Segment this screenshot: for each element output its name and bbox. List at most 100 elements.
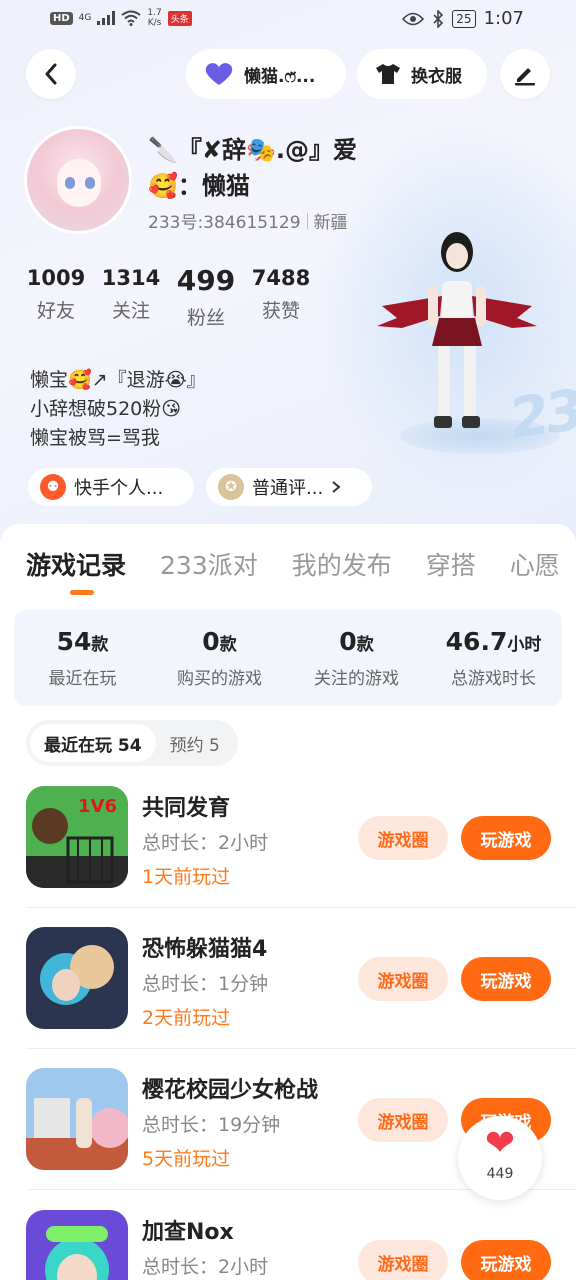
- chip-label: 快手个人...: [74, 478, 164, 499]
- floating-like-button[interactable]: ❤ 449: [458, 1116, 542, 1200]
- list-filter: 最近在玩 54 预约 5: [26, 720, 238, 766]
- game-circle-button[interactable]: 游戏圈: [358, 957, 448, 1001]
- play-game-button[interactable]: 玩游戏: [461, 816, 551, 860]
- bio-line: 小辞想破520粉😘: [30, 398, 182, 420]
- pencil-icon: [515, 68, 535, 86]
- stat-label: 关注: [111, 300, 150, 322]
- summary-label: 购买的游戏: [177, 669, 262, 689]
- game-icon: [26, 1068, 128, 1170]
- wardrobe-button[interactable]: 换衣服: [357, 49, 487, 99]
- play-game-button[interactable]: 玩游戏: [461, 1240, 551, 1280]
- game-title: 恐怖躲猫猫4: [142, 937, 268, 962]
- kuaishou-chip[interactable]: ⚉ 快手个人...: [28, 468, 194, 506]
- stat-num: 1009: [26, 266, 86, 290]
- stat-label: 粉丝: [186, 307, 225, 329]
- rating-badge-icon: ✪: [218, 474, 244, 500]
- stat-friends[interactable]: 1009 好友: [26, 266, 86, 323]
- summary-total-time: 46.7小时 总游戏时长: [425, 627, 562, 689]
- tab-outfits[interactable]: 穿搭: [426, 546, 476, 582]
- profile-tabs: 游戏记录 233派对 我的发布 穿搭 心愿: [26, 546, 560, 582]
- stat-num: 499: [176, 264, 236, 297]
- bio-line: 懒宝🥰↗『退游😭』: [30, 369, 206, 391]
- like-count: 449: [486, 1166, 514, 1182]
- game-circle-button[interactable]: 游戏圈: [358, 1098, 448, 1142]
- hd-badge: HD: [50, 11, 73, 25]
- stat-num: 1314: [101, 266, 161, 290]
- game-duration: 总时长：2小时: [142, 1256, 269, 1278]
- play-game-button[interactable]: 玩游戏: [461, 957, 551, 1001]
- stat-label: 好友: [36, 300, 75, 322]
- battery-icon: 25: [452, 9, 476, 28]
- wardrobe-label: 换衣服: [411, 66, 462, 87]
- tab-wishlist[interactable]: 心愿: [510, 546, 560, 582]
- filter-reserve[interactable]: 预约 5: [156, 724, 234, 762]
- chevron-right-icon: [332, 481, 341, 493]
- game-circle-button[interactable]: 游戏圈: [358, 1240, 448, 1280]
- status-left: HD 4G 1.7 K/s 头条: [50, 8, 192, 28]
- game-art-gacha-nox: [26, 1210, 128, 1280]
- summary-label: 总游戏时长: [451, 669, 536, 689]
- avatar[interactable]: [24, 126, 132, 234]
- clock: 1:07: [483, 8, 524, 29]
- game-icon: 1V6: [26, 786, 128, 888]
- summary-followed[interactable]: 0款 关注的游戏: [288, 627, 425, 689]
- summary-unit: 小时: [507, 635, 542, 655]
- back-button[interactable]: [26, 49, 76, 99]
- toutiao-notification-icon: 头条: [167, 10, 192, 26]
- game-circle-button[interactable]: 游戏圈: [358, 816, 448, 860]
- avatar-3d-character[interactable]: [372, 226, 542, 446]
- summary-purchased[interactable]: 0款 购买的游戏: [151, 627, 288, 689]
- summary-num: 0: [202, 627, 220, 656]
- bio-line: 懒宝被骂=骂我: [30, 427, 160, 449]
- tab-my-posts[interactable]: 我的发布: [292, 546, 392, 582]
- stat-label: 获赞: [261, 300, 300, 322]
- nickname-line2: 🥰：懒猫: [148, 172, 250, 200]
- game-duration: 总时长：19分钟: [142, 1114, 281, 1136]
- row-divider: [26, 907, 576, 908]
- game-title: 樱花校园少女枪战: [142, 1078, 319, 1103]
- summary-recent[interactable]: 54款 最近在玩: [14, 627, 151, 689]
- game-art-sakura: [26, 1068, 128, 1170]
- net-speed: 1.7 K/s: [147, 8, 162, 28]
- stat-fans[interactable]: 499 粉丝: [176, 264, 236, 330]
- game-row[interactable]: 1V6 共同发育 总时长：2小时 1天前玩过 游戏圈 玩游戏: [26, 786, 551, 896]
- summary-num: 0: [339, 627, 357, 656]
- group-button[interactable]: 懒猫.ෆ̈...: [186, 49, 346, 99]
- game-row[interactable]: 加查Nox 总时长：2小时 游戏圈 玩游戏: [26, 1210, 551, 1280]
- kuaishou-icon: ⚉: [40, 474, 66, 500]
- row-divider: [26, 1048, 576, 1049]
- game-last-played: 1天前玩过: [142, 866, 231, 888]
- game-duration: 总时长：2小时: [142, 832, 269, 854]
- game-row[interactable]: 恐怖躲猫猫4 总时长：1分钟 2天前玩过 游戏圈 玩游戏: [26, 927, 551, 1037]
- stat-following[interactable]: 1314 关注: [101, 266, 161, 323]
- user-id-row: 233号:384615129 新疆: [148, 208, 348, 233]
- game-last-played: 2天前玩过: [142, 1007, 231, 1029]
- summary-label: 最近在玩: [48, 669, 117, 689]
- game-art-gongtong: 1V6: [26, 786, 128, 888]
- game-icon: [26, 1210, 128, 1280]
- bluetooth-icon: [433, 9, 444, 28]
- tshirt-icon: [376, 64, 400, 84]
- summary-unit: 款: [219, 635, 237, 655]
- tab-game-records[interactable]: 游戏记录: [26, 546, 126, 582]
- user-id: 233号:384615129: [148, 213, 301, 233]
- tab-indicator: [70, 590, 94, 595]
- summary-num: 46.7: [445, 627, 508, 656]
- wifi-icon: [121, 10, 141, 26]
- tab-party[interactable]: 233派对: [160, 546, 258, 582]
- signal-icon: [97, 11, 116, 25]
- summary-label: 关注的游戏: [314, 669, 399, 689]
- edit-profile-button[interactable]: [500, 49, 550, 99]
- chevron-left-icon: [45, 63, 57, 85]
- avatar-eye-right: [85, 177, 95, 189]
- status-bar: HD 4G 1.7 K/s 头条 25 1:07: [0, 0, 576, 40]
- nickname-line1: 🔪『✘辞🎭.@』爱: [148, 136, 357, 164]
- stat-likes[interactable]: 7488 获赞: [251, 266, 311, 323]
- profile-hero: HD 4G 1.7K/s 头条 25 1:07 懒猫.ෆ̈... 换衣服 🔪『: [0, 0, 576, 540]
- rating-chip[interactable]: ✪ 普通评...: [206, 468, 372, 506]
- filter-recent[interactable]: 最近在玩 54: [30, 724, 156, 762]
- game-art-hide-seek: [26, 927, 128, 1029]
- chip-label: 普通评...: [252, 478, 324, 499]
- status-right: 25 1:07: [402, 8, 524, 29]
- signal-type: 4G: [78, 13, 92, 23]
